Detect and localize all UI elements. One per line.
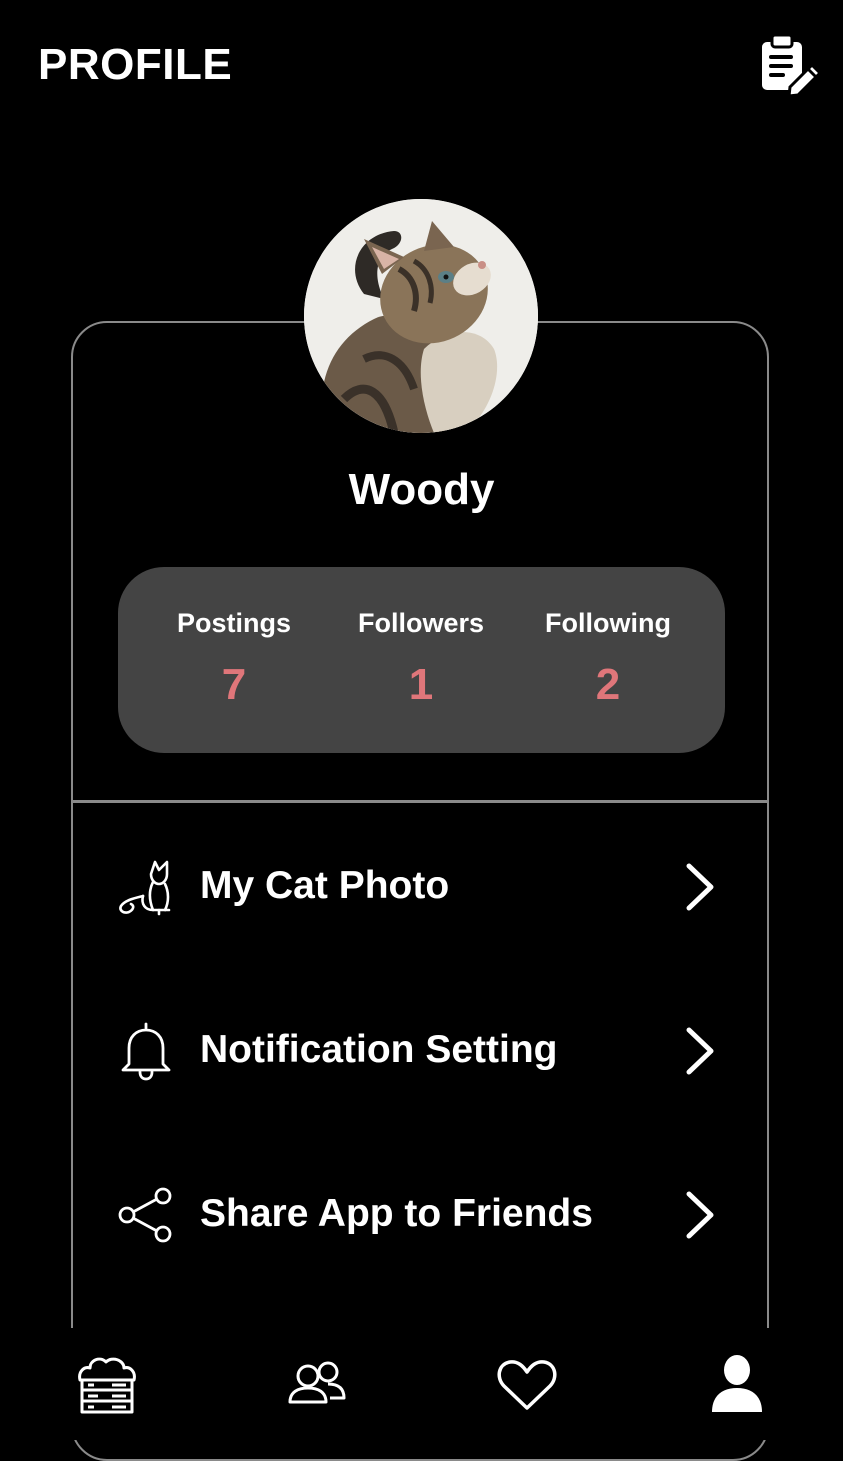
menu-item-share-app[interactable]: Share App to Friends — [73, 1159, 767, 1269]
chevron-right-icon — [686, 1027, 714, 1075]
stat-label: Postings — [176, 608, 291, 638]
chevron-right-icon — [686, 1191, 714, 1239]
chevron-right-icon — [686, 863, 714, 911]
edit-profile-button[interactable] — [756, 32, 824, 98]
stats-panel: Postings 7 Followers 1 Following 2 — [118, 567, 725, 753]
nav-likes[interactable] — [492, 1350, 562, 1420]
stat-followers[interactable]: Followers 1 — [321, 567, 521, 753]
page-title: PROFILE — [38, 40, 233, 89]
divider — [73, 800, 769, 803]
users-icon — [288, 1361, 346, 1404]
heart-icon — [497, 1360, 557, 1410]
bell-icon — [121, 1022, 171, 1081]
profile-name: Woody — [348, 465, 495, 514]
cat-icon — [119, 860, 171, 916]
menu-item-label: Notification Setting — [200, 1028, 558, 1071]
stat-value: 2 — [595, 660, 621, 709]
cat-house-icon — [78, 1357, 136, 1414]
stat-label: Followers — [357, 608, 485, 638]
stat-postings[interactable]: Postings 7 — [134, 567, 334, 753]
bottom-navigation — [0, 1328, 843, 1440]
cat-photo-avatar — [304, 199, 538, 433]
menu-item-notification-setting[interactable]: Notification Setting — [73, 995, 767, 1105]
share-icon — [118, 1187, 172, 1243]
menu-item-label: My Cat Photo — [200, 864, 450, 907]
nav-friends[interactable] — [282, 1350, 352, 1420]
user-icon — [712, 1355, 762, 1412]
stat-following[interactable]: Following 2 — [508, 567, 708, 753]
stat-value: 7 — [221, 660, 247, 709]
clipboard-edit-icon — [762, 33, 823, 98]
avatar[interactable] — [304, 199, 538, 433]
stat-value: 1 — [408, 660, 434, 709]
nav-profile[interactable] — [702, 1350, 772, 1420]
menu-item-label: Share App to Friends — [200, 1192, 593, 1235]
stat-label: Following — [545, 608, 671, 638]
nav-home[interactable] — [72, 1350, 142, 1420]
menu-item-my-cat-photo[interactable]: My Cat Photo — [73, 831, 767, 941]
